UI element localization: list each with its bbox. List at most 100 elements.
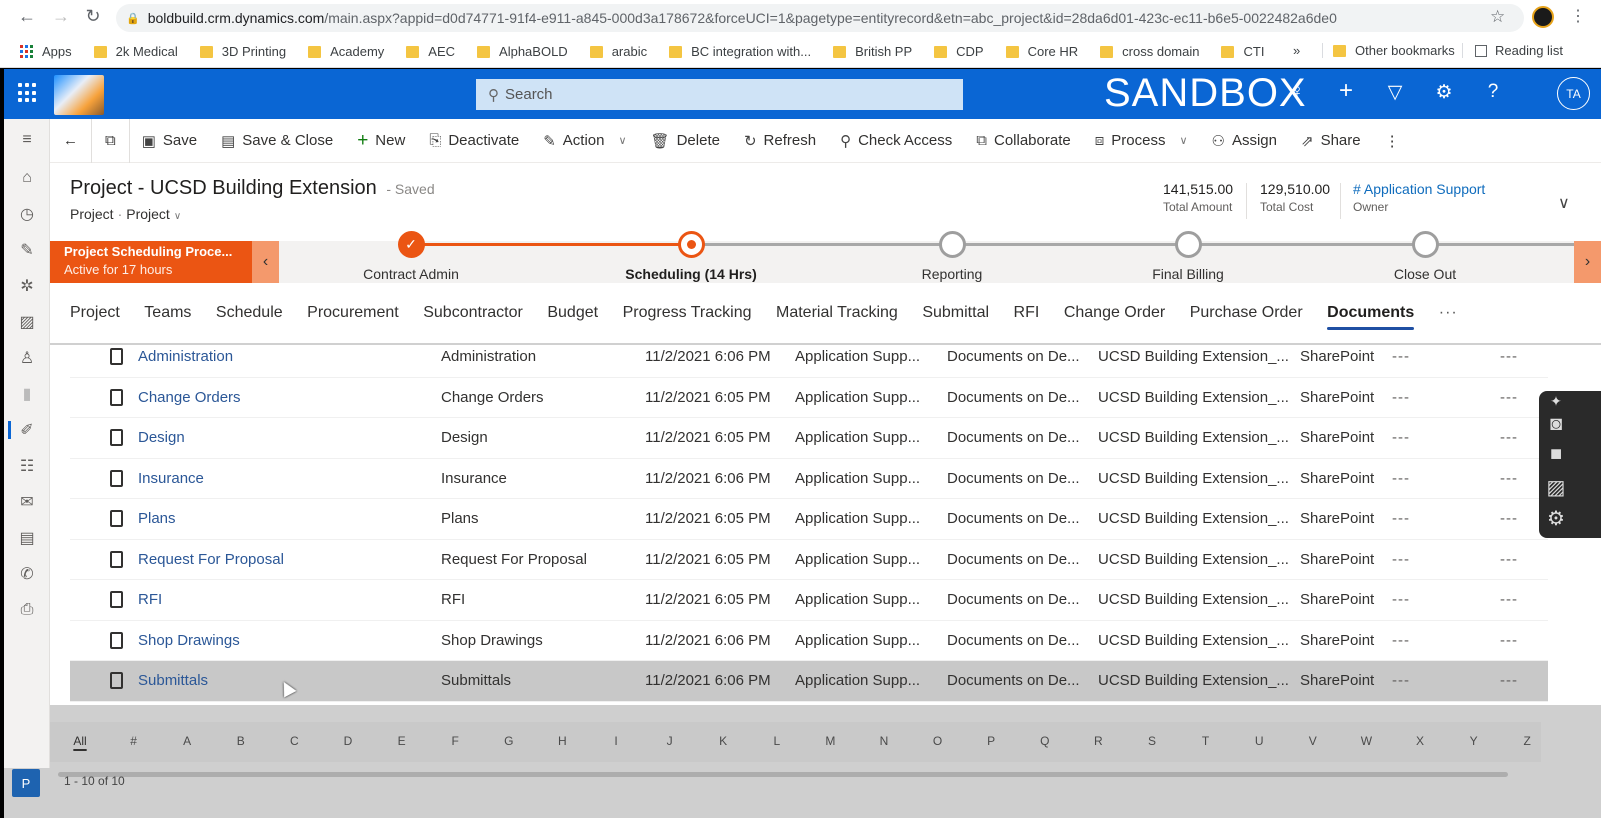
row-checkbox[interactable] (110, 672, 123, 690)
pin-icon[interactable]: ✎ (4, 235, 50, 265)
jump-letter[interactable]: X (1416, 734, 1424, 748)
jump-letter[interactable]: N (880, 734, 889, 748)
jump-letter[interactable]: A (183, 734, 191, 748)
jump-letter[interactable]: D (344, 734, 353, 748)
document-name-link[interactable]: Request For Proposal (138, 551, 284, 568)
recent-icon[interactable]: ◷ (4, 199, 50, 229)
assign-button[interactable]: ⚇ Assign (1200, 119, 1289, 163)
form-selector[interactable]: Project (126, 206, 170, 222)
tab-purchase-order[interactable]: Purchase Order (1190, 304, 1303, 322)
bookmark-folder[interactable]: cross domain (1100, 44, 1199, 59)
process-button[interactable]: ⧈ Process ∨ (1083, 119, 1200, 163)
document-name-link[interactable]: Insurance (138, 470, 204, 487)
jump-letter[interactable]: Z (1524, 734, 1531, 748)
reload-icon[interactable]: ↻ (76, 6, 110, 27)
jump-letter[interactable]: V (1309, 734, 1317, 748)
bookmark-folder[interactable]: 3D Printing (199, 44, 286, 59)
bookmark-folder[interactable]: AEC (406, 44, 455, 59)
chevron-down-icon[interactable]: ∨ (174, 211, 181, 222)
refresh-button[interactable]: ↻ Refresh (732, 119, 828, 163)
row-checkbox[interactable] (110, 550, 123, 568)
active-process[interactable]: Project Scheduling Proce... Active for 1… (50, 241, 252, 283)
row-checkbox[interactable] (110, 388, 123, 406)
area-switcher[interactable]: P (12, 769, 40, 797)
hamburger-icon[interactable]: ≡ (4, 125, 50, 155)
tab-documents[interactable]: Documents (1327, 304, 1415, 330)
mail-approve-icon[interactable]: ✆ (4, 559, 50, 589)
table-row[interactable]: Change Orders Change Orders 11/2/2021 6:05… (70, 378, 1548, 418)
jump-letter[interactable]: C (290, 734, 299, 748)
row-checkbox[interactable] (110, 429, 123, 447)
bookmark-folder[interactable]: CDP (934, 44, 984, 59)
gear-icon[interactable]: ⚙ (1432, 81, 1456, 104)
tab-budget[interactable]: Budget (547, 304, 598, 322)
note-icon[interactable]: ✉ (4, 487, 50, 517)
document-name-link[interactable]: Shop Drawings (138, 632, 240, 649)
file-search-icon[interactable]: ⎙ (4, 595, 50, 625)
bookmark-folder[interactable]: British PP (833, 44, 912, 59)
camera-icon[interactable]: ◙ (1543, 413, 1569, 439)
jump-letter[interactable]: Y (1470, 734, 1478, 748)
document-name-link[interactable]: Plans (138, 510, 176, 527)
document-name-link[interactable]: RFI (138, 591, 162, 608)
jump-letter[interactable]: H (558, 734, 567, 748)
more-commands-icon[interactable]: ⋮ (1373, 119, 1412, 163)
report-icon[interactable]: ▤ (4, 523, 50, 553)
jump-letter[interactable]: O (933, 734, 942, 748)
bookmarks-overflow[interactable]: » (1293, 43, 1300, 58)
jump-letter[interactable]: M (825, 734, 835, 748)
delete-button[interactable]: 🗑 Delete (639, 119, 732, 163)
table-row[interactable]: Request For Proposal Request For Proposal… (70, 540, 1548, 580)
bpf-stage[interactable]: Close Out (1345, 231, 1505, 282)
expand-header-chevron-icon[interactable]: ∨ (1558, 193, 1570, 213)
jump-letter[interactable]: I (614, 734, 617, 748)
jump-letter[interactable]: Q (1040, 734, 1049, 748)
clipboard-edit-icon[interactable]: ▨ (4, 307, 50, 337)
bpf-stage[interactable]: Reporting (872, 231, 1032, 282)
bookmark-folder[interactable]: Core HR (1005, 44, 1078, 59)
jump-letter[interactable]: F (452, 734, 459, 748)
document-name-link[interactable]: Submittals (138, 672, 208, 689)
bookmark-folder[interactable]: CTI (1221, 44, 1264, 59)
profile-avatar[interactable] (1532, 6, 1554, 28)
jump-letter[interactable]: S (1148, 734, 1156, 748)
save-button[interactable]: ▣ Save (130, 119, 209, 163)
document-icon[interactable]: ▮ (4, 379, 50, 409)
save-close-button[interactable]: ▤ Save & Close (209, 119, 345, 163)
jump-letter[interactable]: R (1094, 734, 1103, 748)
jump-letter[interactable]: B (237, 734, 245, 748)
jump-letter[interactable]: T (1202, 734, 1209, 748)
checklist-icon[interactable]: ☷ (4, 451, 50, 481)
bpf-stage[interactable]: Final Billing (1108, 231, 1268, 282)
bpf-stage[interactable]: ✓ Contract Admin (331, 231, 491, 282)
bpf-next-chevron-icon[interactable]: › (1574, 241, 1601, 283)
bookmark-folder[interactable]: BC integration with... (669, 44, 811, 59)
bpf-stage[interactable]: Scheduling (14 Hrs) (611, 231, 771, 282)
plus-icon[interactable]: + (1334, 77, 1358, 105)
forward-arrow-icon[interactable]: → (44, 6, 78, 27)
home-icon[interactable]: ⌂ (4, 163, 50, 193)
gallery-icon[interactable]: ▨ (1543, 475, 1569, 501)
table-row[interactable]: Shop Drawings Shop Drawings 11/2/2021 6:06… (70, 621, 1548, 661)
row-checkbox[interactable] (110, 469, 123, 487)
app-launcher-icon[interactable] (18, 83, 38, 103)
back-arrow-icon[interactable]: ← (10, 6, 44, 27)
filter-icon[interactable]: ▽ (1383, 81, 1407, 104)
other-bookmarks[interactable]: Other bookmarks (1322, 43, 1455, 58)
jump-letter[interactable]: E (398, 734, 406, 748)
tab-teams[interactable]: Teams (144, 304, 191, 322)
table-row[interactable]: RFI RFI 11/2/2021 6:05 PM Application Supp.… (70, 580, 1548, 621)
jump-letter[interactable]: J (667, 734, 673, 748)
row-checkbox[interactable] (110, 510, 123, 528)
chevron-down-icon[interactable]: ∨ (1179, 134, 1187, 147)
tab-procurement[interactable]: Procurement (307, 304, 399, 322)
search-input[interactable]: ⚲ Search (476, 79, 963, 110)
tab-rfi[interactable]: RFI (1014, 304, 1040, 322)
address-bar[interactable]: 🔒 boldbuild.crm.dynamics.com/main.aspx?a… (116, 4, 1524, 32)
check-access-button[interactable]: ⚲ Check Access (828, 119, 964, 163)
row-checkbox[interactable] (110, 591, 123, 609)
jump-letter[interactable]: K (719, 734, 727, 748)
collaborate-button[interactable]: ⧉ Collaborate (964, 119, 1082, 163)
browser-menu-icon[interactable]: ⋮ (1570, 6, 1586, 26)
jump-letter[interactable]: G (504, 734, 513, 748)
